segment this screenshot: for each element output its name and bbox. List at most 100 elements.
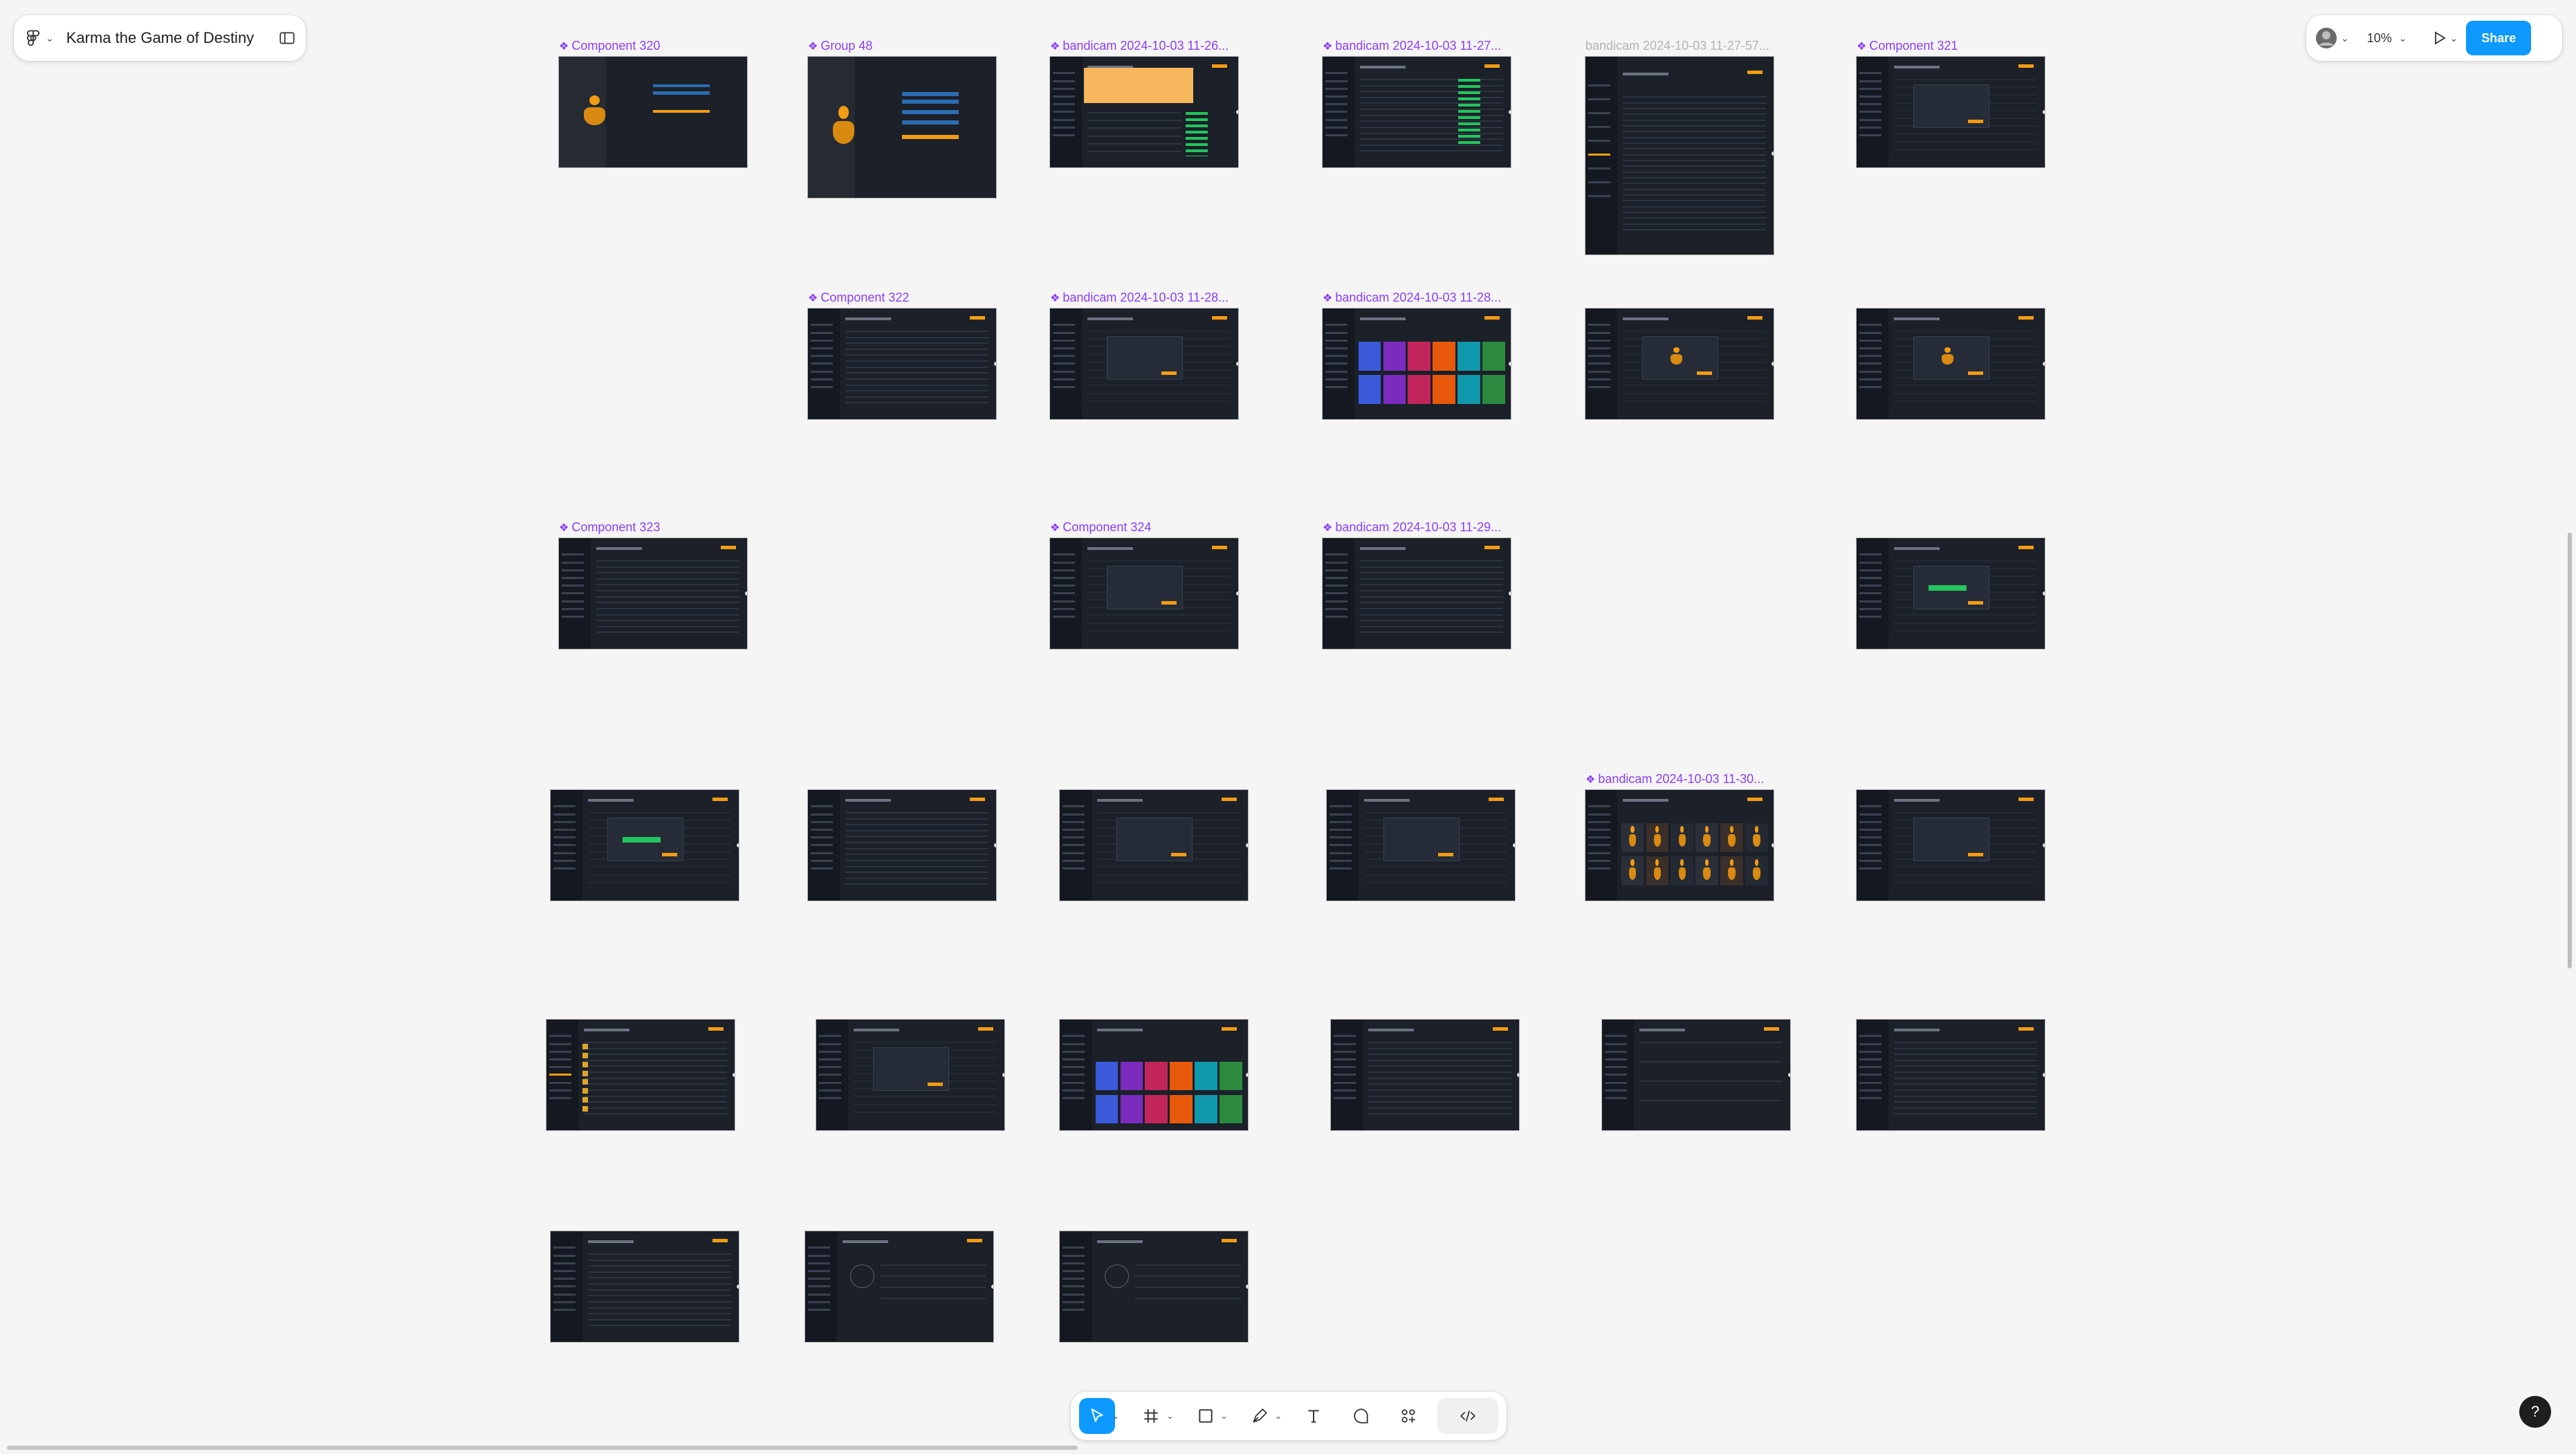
- frame-row: [854, 1111, 997, 1113]
- frame-thumbnail[interactable]: [1857, 309, 2045, 419]
- sidebar-line: [1588, 370, 1611, 373]
- design-canvas[interactable]: ❖ Component 320 ❖ Group 48 ❖ bandicam 2024-10…: [0, 0, 2576, 1454]
- frame-thumbnail[interactable]: [1857, 790, 2045, 901]
- frame-thumbnail[interactable]: [1331, 1020, 1519, 1130]
- sidebar-line: [1325, 87, 1348, 90]
- frame-row: [1360, 114, 1504, 116]
- frame-thumbnail[interactable]: [808, 57, 996, 198]
- frame-row: [1623, 171, 1767, 173]
- dev-mode-toggle[interactable]: [1437, 1398, 1498, 1434]
- frame-thumbnail[interactable]: [1050, 309, 1238, 419]
- frame-thumbnail[interactable]: [1585, 309, 1774, 419]
- avatar-button[interactable]: ⌄: [2315, 22, 2349, 54]
- frame-label[interactable]: ❖ bandicam 2024-10-03 11-30...: [1585, 772, 1764, 786]
- frame-thumbnail[interactable]: [808, 309, 996, 419]
- chevron-down-icon[interactable]: ⌄: [1221, 1411, 1228, 1421]
- sidebar-line: [549, 1042, 572, 1045]
- frame-tool[interactable]: [1133, 1398, 1169, 1434]
- frame-thumbnail[interactable]: [1050, 538, 1238, 649]
- share-button[interactable]: Share: [2466, 21, 2532, 55]
- chevron-down-icon[interactable]: ⌄: [1166, 1411, 1173, 1421]
- help-button[interactable]: ?: [2519, 1396, 2551, 1428]
- toggle-sidebar-button[interactable]: [278, 22, 296, 54]
- frame-thumbnail[interactable]: [551, 1231, 739, 1342]
- chevron-down-icon[interactable]: ⌄: [1275, 1411, 1282, 1421]
- frame-label[interactable]: ❖ bandicam 2024-10-03 11-27...: [1323, 39, 1501, 53]
- frame-label[interactable]: ❖ bandicam 2024-10-03 11-28...: [1050, 291, 1229, 305]
- frame-label[interactable]: ❖ Component 322: [808, 291, 909, 305]
- frame-row: [1623, 154, 1767, 156]
- sidebar-line: [1325, 103, 1348, 106]
- frame-label[interactable]: ❖ Component 324: [1050, 520, 1151, 535]
- component-icon: ❖: [559, 522, 569, 534]
- frame-label[interactable]: ❖ bandicam 2024-10-03 11-26...: [1050, 39, 1229, 53]
- component-icon: ❖: [808, 293, 818, 304]
- frame-header: [1097, 798, 1143, 802]
- sidebar-line: [1588, 386, 1611, 388]
- sidebar-line: [553, 1254, 576, 1257]
- shape-tool[interactable]: [1188, 1398, 1224, 1434]
- frame-thumbnail[interactable]: [808, 790, 996, 901]
- sidebar-line: [1859, 87, 1882, 90]
- status-column: [623, 837, 661, 843]
- frame-thumbnail[interactable]: [805, 1231, 993, 1342]
- frame-thumbnail[interactable]: [1323, 309, 1511, 419]
- file-name[interactable]: Karma the Game of Destiny: [66, 29, 254, 47]
- sidebar-line: [1062, 1058, 1085, 1060]
- frame-action: [1484, 546, 1500, 550]
- frame-label-text: Group 48: [820, 39, 873, 53]
- frame-thumbnail[interactable]: [816, 1020, 1004, 1130]
- gallery-thumb: [1145, 1094, 1168, 1124]
- vertical-scrollbar[interactable]: [2568, 533, 2572, 968]
- frame-header: [1623, 317, 1668, 320]
- frame-label[interactable]: ❖ Component 321: [1857, 39, 1958, 53]
- frame-thumbnail[interactable]: [1060, 1020, 1248, 1130]
- chevron-down-icon[interactable]: ⌄: [1112, 1411, 1119, 1421]
- comment-tool[interactable]: [1343, 1398, 1379, 1434]
- frame-row: [1360, 566, 1504, 568]
- frame-header: [596, 546, 642, 550]
- actions-tool[interactable]: [1390, 1398, 1426, 1434]
- frame-label[interactable]: ❖ bandicam 2024-10-03 11-28...: [1323, 291, 1501, 305]
- frame-thumbnail[interactable]: [1585, 57, 1774, 255]
- frame-label[interactable]: bandicam 2024-10-03 11-27-57...: [1585, 39, 1769, 53]
- frame-thumbnail[interactable]: [1602, 1020, 1790, 1130]
- frame-thumbnail[interactable]: [559, 57, 747, 167]
- frame-thumbnail[interactable]: [1857, 538, 2045, 649]
- frame-label[interactable]: ❖ bandicam 2024-10-03 11-29...: [1323, 520, 1501, 535]
- modal-button: [661, 852, 677, 856]
- text-tool[interactable]: [1296, 1398, 1332, 1434]
- frame-thumbnail[interactable]: [551, 790, 739, 901]
- frame-thumbnail[interactable]: [1060, 1231, 1248, 1342]
- list-thumb: [582, 1105, 588, 1112]
- bottom-toolbar: ⌄ ⌄ ⌄ ⌄: [1071, 1392, 1507, 1440]
- sidebar-line: [1859, 324, 1882, 326]
- main-menu-button[interactable]: ⌄: [24, 22, 54, 54]
- frame-row: [845, 877, 989, 879]
- frame-thumbnail[interactable]: [1585, 790, 1774, 901]
- horizontal-scrollbar[interactable]: [7, 1446, 1078, 1450]
- form-submit: [653, 109, 710, 113]
- frame-label[interactable]: ❖ Group 48: [808, 39, 872, 53]
- zoom-menu-button[interactable]: 10% ⌄: [2363, 22, 2407, 54]
- frame-row: [596, 602, 740, 604]
- frame-thumbnail[interactable]: [1060, 790, 1248, 901]
- frame-thumbnail[interactable]: [1323, 57, 1511, 167]
- frame-thumbnail[interactable]: [1050, 57, 1238, 167]
- frame-thumbnail[interactable]: [1327, 790, 1515, 901]
- frame-thumbnail[interactable]: [1323, 538, 1511, 649]
- frame-row: [1087, 151, 1182, 152]
- modal-button: [1170, 852, 1186, 856]
- pen-tool[interactable]: [1242, 1398, 1278, 1434]
- frame-thumbnail[interactable]: [546, 1020, 735, 1130]
- frame-thumbnail[interactable]: [1857, 1020, 2045, 1130]
- frame-label[interactable]: ❖ Component 323: [559, 520, 660, 535]
- move-tool[interactable]: [1079, 1398, 1115, 1434]
- frame-row: [1360, 620, 1504, 622]
- present-button[interactable]: ⌄: [2431, 22, 2458, 54]
- frame-thumbnail[interactable]: [559, 538, 747, 649]
- frame-thumbnail[interactable]: [1857, 57, 2045, 167]
- frame-header: [1364, 798, 1410, 802]
- frame-row: [596, 584, 740, 586]
- frame-label[interactable]: ❖ Component 320: [559, 39, 660, 53]
